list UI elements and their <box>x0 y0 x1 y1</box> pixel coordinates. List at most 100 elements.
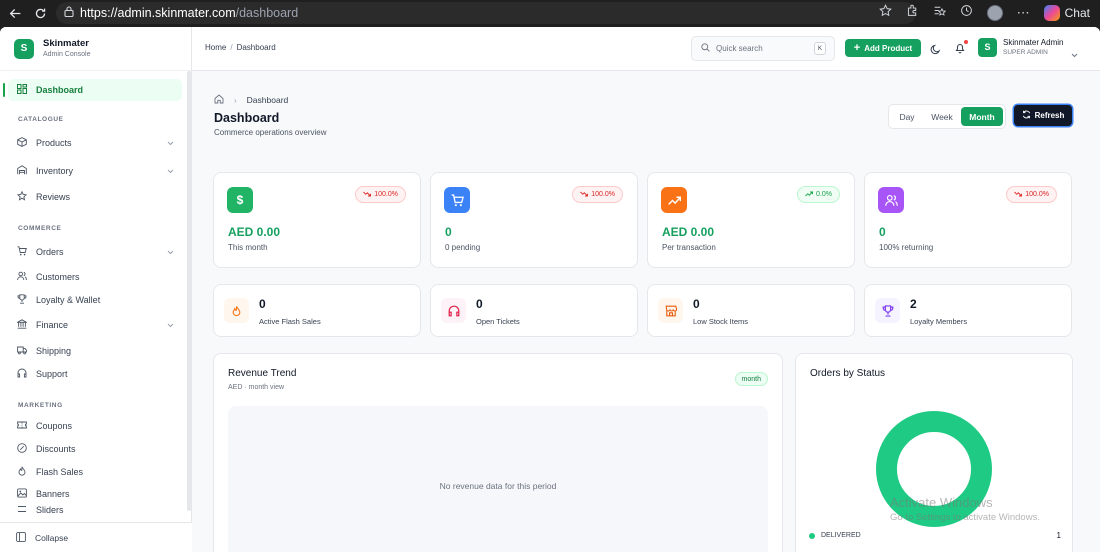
page-breadcrumb: › Dashboard <box>214 94 288 106</box>
range-day-button[interactable]: Day <box>891 107 923 126</box>
stat-card-avg-order[interactable]: 0.0% AED 0.00 Per transaction <box>647 172 855 268</box>
sidebar-item-coupons[interactable]: Coupons <box>8 415 182 437</box>
add-product-button[interactable]: + Add Product <box>845 39 921 57</box>
percent-icon <box>17 443 27 455</box>
trend-value: 0.0% <box>816 191 832 198</box>
revenue-empty-state: No revenue data for this period <box>228 406 768 552</box>
stat-value: 0 <box>445 225 452 239</box>
sidebar-item-dashboard[interactable]: Dashboard <box>3 79 182 101</box>
sidebar-item-flash-sales[interactable]: Flash Sales <box>8 461 182 483</box>
watermark-title: Activate Windows <box>890 495 993 510</box>
mini-label: Active Flash Sales <box>259 317 321 326</box>
flame-icon <box>224 298 249 323</box>
main-content: › Dashboard Dashboard Commerce operation… <box>192 71 1100 552</box>
mini-card-open-tickets[interactable]: 0 Open Tickets <box>430 284 638 337</box>
sidebar-item-label: Customers <box>36 272 80 282</box>
trend-badge: 100.0% <box>1006 186 1057 203</box>
sidebar-item-label: Inventory <box>36 166 74 176</box>
sidebar-item-customers[interactable]: Customers <box>8 266 182 288</box>
breadcrumb-home[interactable]: Home <box>205 43 226 52</box>
image-icon <box>17 488 27 500</box>
legend-item-delivered[interactable]: DELIVERED 1 <box>809 531 1061 540</box>
url-path: /dashboard <box>235 6 299 20</box>
history-icon[interactable] <box>960 4 973 22</box>
user-name: Skinmater Admin <box>1003 38 1064 47</box>
chevron-down-icon[interactable] <box>1071 45 1078 63</box>
mini-label: Open Tickets <box>476 317 520 326</box>
dashboard-grid-icon <box>17 84 27 96</box>
trend-badge: 100.0% <box>355 186 406 203</box>
section-commerce: COMMERCE <box>18 225 62 232</box>
stat-label: Per transaction <box>662 243 716 252</box>
stat-label: This month <box>228 243 268 252</box>
legend-label: DELIVERED <box>821 532 861 539</box>
sidebar-item-label: Coupons <box>36 421 73 431</box>
address-bar[interactable]: https://admin.skinmater.com/dashboard <box>56 2 916 24</box>
sidebar-item-label: Banners <box>36 489 70 499</box>
empty-message: No revenue data for this period <box>439 481 557 491</box>
collapse-button[interactable]: Collapse <box>0 522 192 552</box>
sidebar-item-finance[interactable]: Finance <box>8 314 182 336</box>
windows-activation-watermark: Activate Windows Go to Settings to activ… <box>890 495 1040 523</box>
stat-card-orders[interactable]: 100.0% 0 0 pending <box>430 172 638 268</box>
sidebar-item-loyalty-wallet[interactable]: Loyalty & Wallet <box>8 289 182 311</box>
brand-logo: S <box>14 38 34 59</box>
period-badge: month <box>734 372 768 386</box>
cart-icon <box>17 246 27 258</box>
add-product-label: Add Product <box>864 43 913 53</box>
sidebar-item-label: Support <box>36 369 68 379</box>
profile-avatar[interactable] <box>986 5 1003 21</box>
sidebar-item-discounts[interactable]: Discounts <box>8 438 182 460</box>
headphones-icon <box>17 368 27 380</box>
trend-value: 100.0% <box>374 191 398 198</box>
collapse-icon <box>16 531 26 544</box>
mini-card-low-stock[interactable]: 0 Low Stock Items <box>647 284 855 337</box>
sidebar-item-reviews[interactable]: Reviews <box>8 186 182 208</box>
chevron-right-icon: › <box>234 95 237 105</box>
sidebar-scrollbar[interactable] <box>187 71 191 511</box>
favorite-star-icon[interactable] <box>878 4 892 22</box>
trend-value: 100.0% <box>1025 191 1049 198</box>
sidebar-item-orders[interactable]: Orders <box>8 241 182 263</box>
refresh-button[interactable]: Refresh <box>1014 105 1072 126</box>
sidebar-item-products[interactable]: Products <box>8 132 182 154</box>
sidebar-item-label: Discounts <box>36 444 76 454</box>
mini-card-loyalty[interactable]: 2 Loyalty Members <box>864 284 1072 337</box>
more-icon[interactable]: ⋯ <box>1017 5 1030 21</box>
flame-icon <box>17 466 27 478</box>
store-icon <box>658 298 683 323</box>
sliders-icon <box>17 505 27 515</box>
page-crumb-current: Dashboard <box>246 95 289 105</box>
extensions-icon[interactable] <box>906 4 919 22</box>
quick-search-input[interactable]: Quick search K <box>691 36 835 61</box>
back-icon[interactable] <box>8 6 22 20</box>
stat-card-customers[interactable]: 100.0% 0 100% returning <box>864 172 1072 268</box>
range-week-button[interactable]: Week <box>923 107 961 126</box>
search-shortcut-key: K <box>814 42 826 55</box>
orders-status-title: Orders by Status <box>810 368 886 379</box>
sidebar-item-banners[interactable]: Banners <box>8 483 182 505</box>
moon-icon[interactable] <box>930 42 941 60</box>
chevron-down-icon <box>167 166 174 176</box>
user-menu[interactable]: S Skinmater Admin SUPER ADMIN <box>978 37 1063 57</box>
stat-card-revenue[interactable]: $ 100.0% AED 0.00 This month <box>213 172 421 268</box>
reload-icon[interactable] <box>33 6 47 20</box>
copilot-chat-button[interactable]: Chat <box>1043 5 1090 21</box>
favorites-icon[interactable] <box>933 4 946 22</box>
chevron-down-icon <box>167 138 174 148</box>
app-window: S Skinmater Admin Console Dashboard CATA… <box>0 27 1100 552</box>
mini-card-flash-sales[interactable]: 0 Active Flash Sales <box>213 284 421 337</box>
range-month-button[interactable]: Month <box>961 107 1003 126</box>
refresh-icon <box>1022 110 1031 121</box>
lock-icon <box>64 6 74 20</box>
sidebar-item-support[interactable]: Support <box>8 363 182 385</box>
bank-icon <box>15 319 29 331</box>
sidebar-item-sliders[interactable]: Sliders <box>8 505 182 515</box>
breadcrumb: Home / Dashboard <box>205 43 276 52</box>
sidebar-item-label: Loyalty & Wallet <box>36 295 101 305</box>
home-icon[interactable] <box>214 94 224 106</box>
sidebar-item-inventory[interactable]: Inventory <box>8 160 182 182</box>
revenue-subtitle: AED · month view <box>228 384 285 391</box>
sidebar-item-shipping[interactable]: Shipping <box>8 340 182 362</box>
refresh-label: Refresh <box>1034 111 1065 120</box>
